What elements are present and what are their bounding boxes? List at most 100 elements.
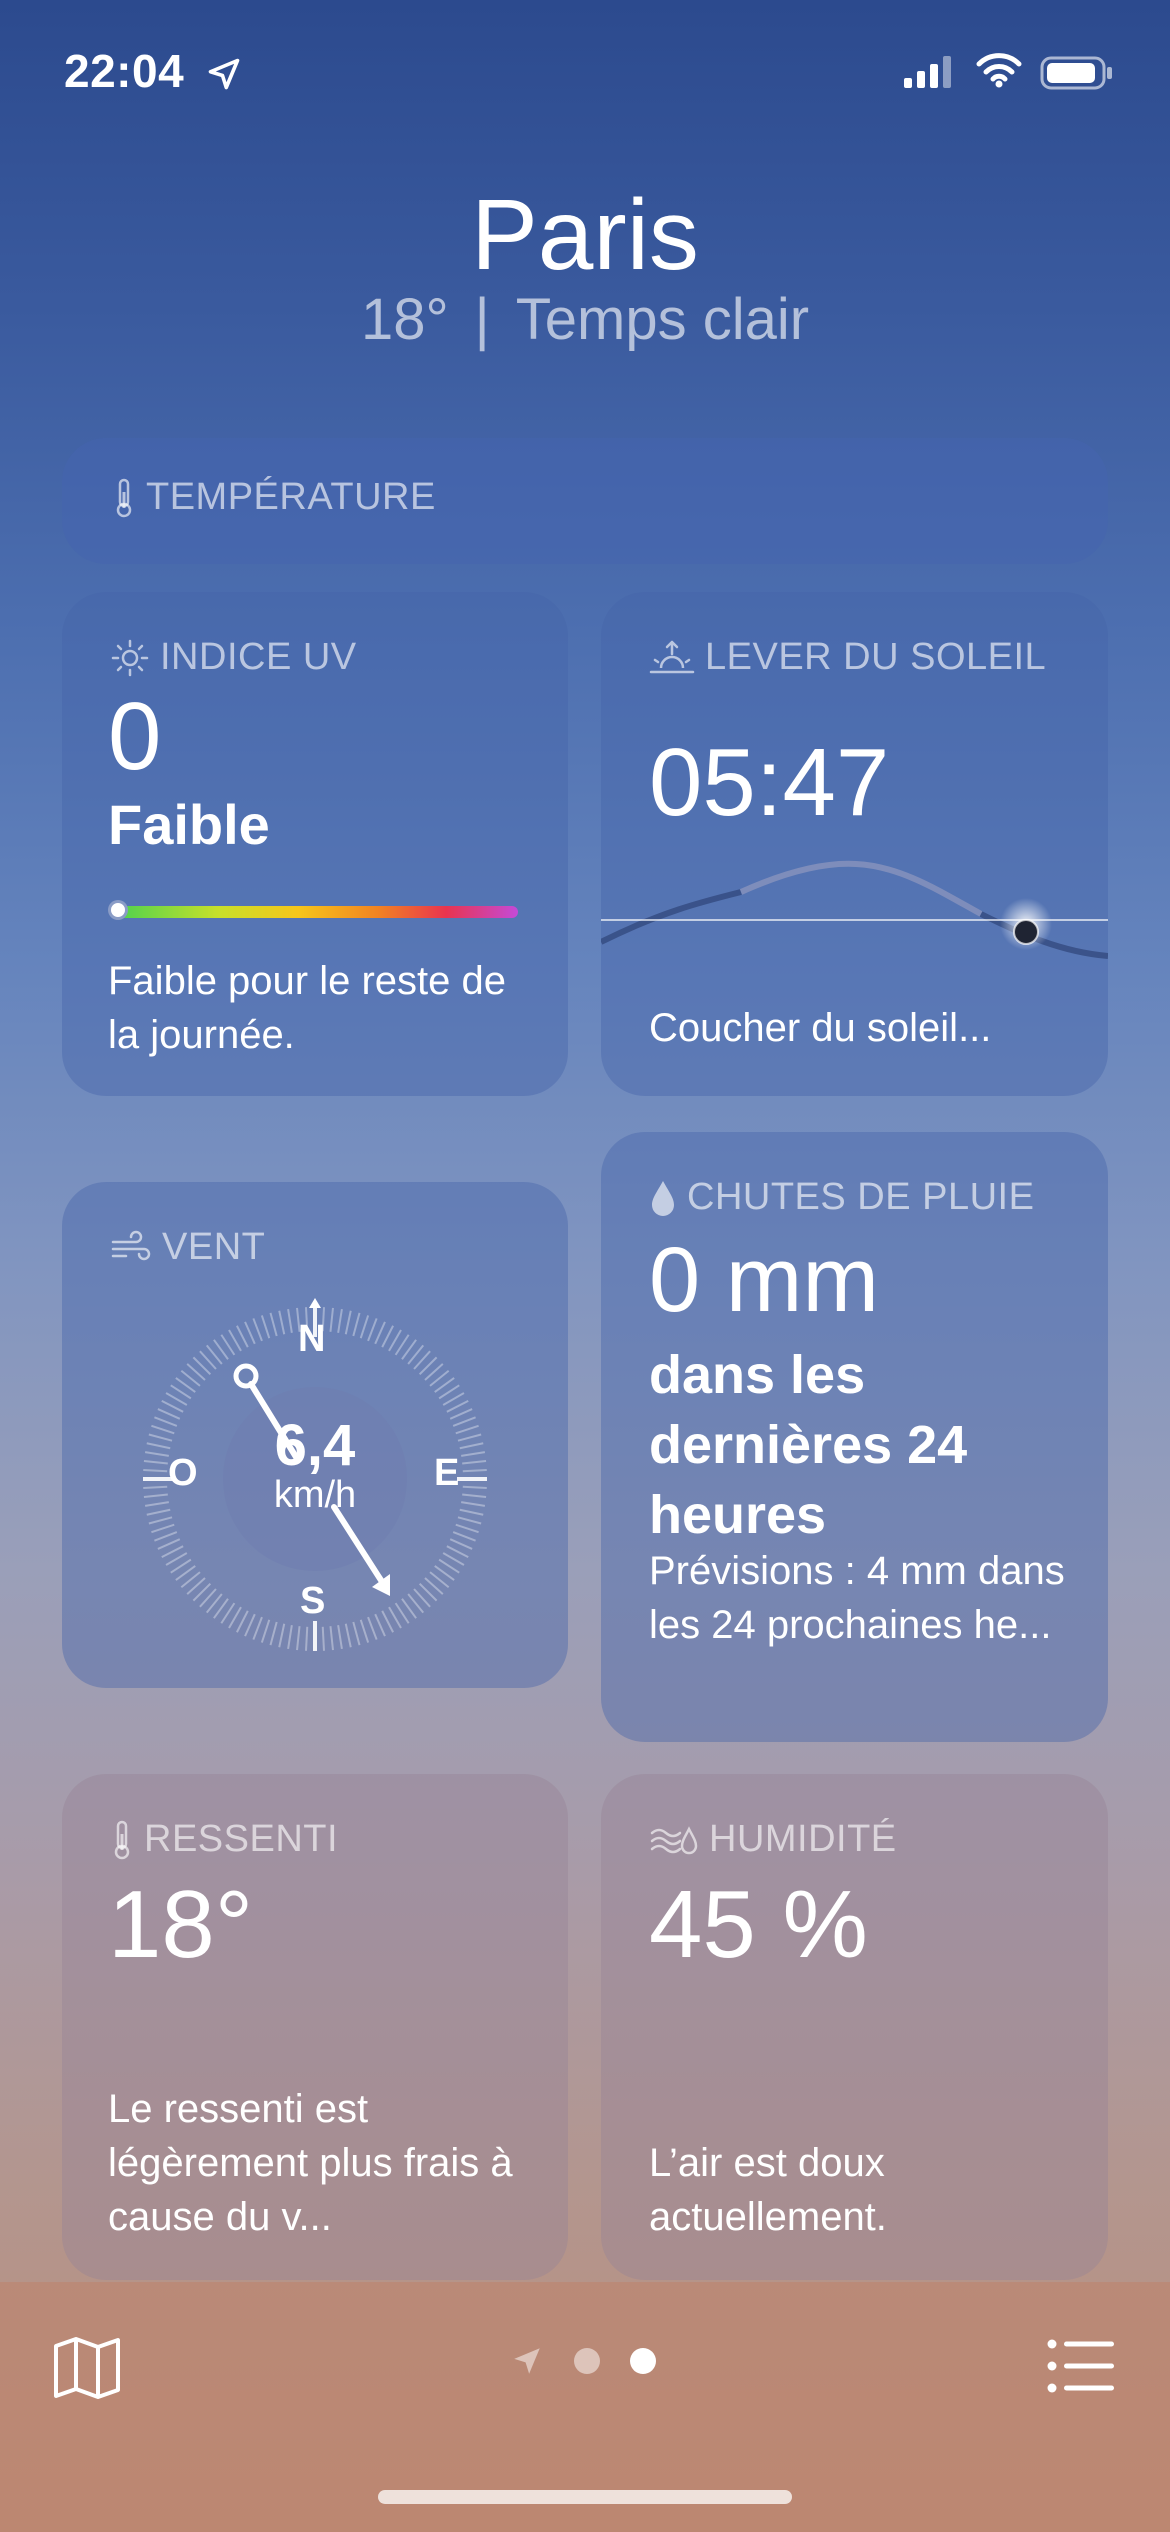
humidity-card[interactable]: HUMIDITÉ 45 % L’air est doux actuellemen…	[601, 1774, 1108, 2280]
compass-tick	[381, 1325, 394, 1348]
wind-arrow-tail-circle	[233, 1363, 259, 1389]
compass-tick	[252, 1616, 263, 1640]
compass-tick	[278, 1623, 286, 1648]
humidity-value: 45 %	[649, 1871, 868, 1978]
sun-path-graph	[601, 860, 1108, 959]
compass-tick	[329, 1626, 334, 1651]
thermometer-icon	[114, 1820, 130, 1859]
uv-card-title: INDICE UV	[110, 636, 357, 679]
rainfall-forecast: Prévisions : 4 mm dans les 24 prochaines…	[649, 1549, 1065, 1647]
city-name: Paris	[471, 179, 699, 291]
sunrise-card[interactable]: LEVER DU SOLEIL 05:47 Coucher du soleil.…	[601, 592, 1108, 1096]
compass-tick	[452, 1531, 476, 1542]
temperature-card-label: TEMPÉRATURE	[146, 476, 436, 518]
compass-tick	[337, 1308, 343, 1333]
compass-tick	[161, 1545, 184, 1558]
compass-tick	[359, 1315, 370, 1339]
map-icon[interactable]	[52, 2336, 122, 2400]
conditions-separator: |	[474, 287, 490, 352]
compass-tick	[367, 1318, 378, 1342]
compass-south: S	[300, 1580, 326, 1622]
rain-card-label: CHUTES DE PLUIE	[687, 1176, 1035, 1218]
sunrise-time: 05:47	[649, 729, 890, 836]
compass-tick	[446, 1400, 469, 1413]
rain-card-title: CHUTES DE PLUIE	[649, 1176, 1034, 1219]
page-dot-2[interactable]	[630, 2348, 656, 2374]
home-indicator[interactable]	[378, 2490, 792, 2504]
humidity-card-title: HUMIDITÉ	[649, 1818, 897, 1861]
wind-icon	[111, 1230, 151, 1260]
compass-tick	[244, 1321, 256, 1345]
compass-tick	[269, 1621, 278, 1646]
uv-card-label: INDICE UV	[160, 636, 357, 678]
uv-scale-bar	[118, 906, 518, 918]
page-dot-1[interactable]	[574, 2348, 600, 2374]
wind-card-label: VENT	[162, 1226, 266, 1268]
compass-tick	[244, 1613, 256, 1637]
wind-speed: 6,4	[274, 1413, 356, 1478]
compass-tick	[296, 1626, 301, 1651]
feels-like-value: 18°	[108, 1871, 254, 1978]
location-arrow-icon[interactable]	[510, 2344, 544, 2378]
cellular-signal-icon	[904, 56, 951, 88]
wind-card-title: VENT	[110, 1226, 265, 1269]
current-temperature: 18°	[360, 287, 449, 352]
compass-tick	[449, 1538, 473, 1550]
thermometer-icon	[116, 478, 132, 517]
compass-tick	[374, 1613, 386, 1637]
compass-tick	[304, 1626, 309, 1651]
compass-tick	[367, 1616, 378, 1640]
humidity-description: L’air est doux actuellement.	[649, 2141, 887, 2239]
sun-icon	[111, 639, 149, 676]
compass-tick	[236, 1325, 249, 1348]
rainfall-value: 0 mm	[649, 1229, 879, 1331]
compass-tick	[457, 1516, 482, 1525]
temperature-card-title: TEMPÉRATURE	[112, 476, 436, 519]
sunrise-card-label: LEVER DU SOLEIL	[705, 636, 1047, 678]
compass-tick	[352, 1621, 361, 1646]
uv-description: Faible pour le reste de la journée.	[108, 959, 507, 1057]
compass-tick	[161, 1400, 184, 1413]
compass-tick	[344, 1310, 352, 1335]
wifi-icon	[976, 53, 1022, 88]
compass-tick	[321, 1626, 326, 1651]
humidity-icon	[650, 1825, 698, 1854]
location-services-icon	[208, 58, 240, 90]
compass-tick	[344, 1623, 352, 1648]
wind-card[interactable]: VENT N S E O 6,4 km/h	[62, 1182, 568, 1688]
compass-tick	[157, 1538, 181, 1550]
current-condition: Temps clair	[515, 287, 810, 352]
compass-tick	[269, 1312, 278, 1337]
list-icon[interactable]	[1046, 2338, 1116, 2394]
compass-tick	[446, 1545, 469, 1558]
page-indicator[interactable]	[510, 2344, 656, 2378]
rainfall-card[interactable]: CHUTES DE PLUIE 0 mm dans les dernières …	[601, 1132, 1108, 1742]
humidity-card-label: HUMIDITÉ	[709, 1818, 897, 1860]
compass-tick	[381, 1610, 394, 1633]
feels-like-card-label: RESSENTI	[144, 1818, 339, 1860]
sunset-description: Coucher du soleil...	[649, 1006, 992, 1050]
wind-unit: km/h	[273, 1474, 357, 1516]
compass-tick	[287, 1308, 293, 1333]
compass-tick	[154, 1531, 178, 1542]
compass-north: N	[298, 1318, 326, 1360]
uv-value: 0	[108, 683, 162, 790]
uv-indicator-dot	[108, 900, 128, 920]
sunrise-icon	[649, 640, 695, 673]
compass-tick	[374, 1321, 386, 1345]
feels-like-card-title: RESSENTI	[110, 1818, 338, 1861]
sunrise-card-title: LEVER DU SOLEIL	[649, 636, 1046, 679]
uv-index-card[interactable]: INDICE UV 0 Faible Faible pour le reste …	[62, 592, 568, 1096]
temperature-card[interactable]: TEMPÉRATURE	[62, 438, 1108, 564]
status-time: 22:04	[64, 45, 185, 97]
compass-tick	[455, 1523, 479, 1534]
compass-tick	[236, 1610, 249, 1633]
compass-tick	[287, 1625, 293, 1650]
compass-tick	[337, 1625, 343, 1650]
compass-tick	[151, 1523, 175, 1534]
battery-icon	[1040, 56, 1112, 90]
sun-position-dot	[1013, 919, 1039, 945]
feels-like-card[interactable]: RESSENTI 18° Le ressenti est légèrement …	[62, 1774, 568, 2280]
compass-tick	[352, 1312, 361, 1337]
compass-tick	[260, 1315, 271, 1339]
